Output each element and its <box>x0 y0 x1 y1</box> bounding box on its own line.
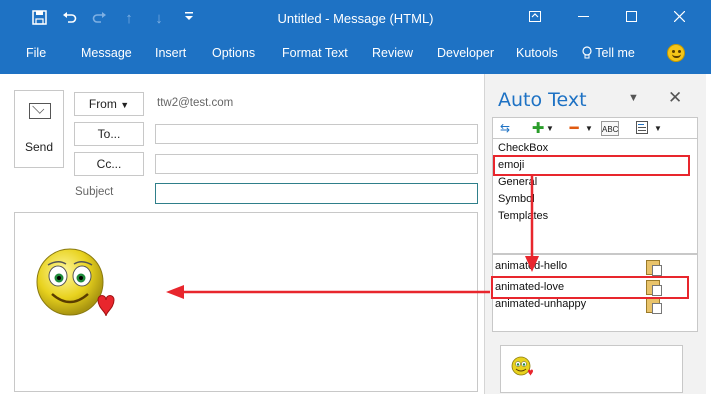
window-controls <box>511 8 703 28</box>
feedback-smiley-icon[interactable] <box>667 44 685 62</box>
down-icon[interactable]: ↓ <box>144 10 174 28</box>
properties-icon[interactable] <box>635 121 649 136</box>
pane-close-icon[interactable]: ✕ <box>668 88 682 108</box>
preview-love-emoji-icon <box>511 356 533 378</box>
love-emoji-icon <box>36 248 115 318</box>
category-item[interactable]: Symbol <box>498 193 535 205</box>
category-item[interactable]: Templates <box>498 210 548 222</box>
tab-review[interactable]: Review <box>372 46 413 60</box>
pane-title: Auto Text <box>498 89 587 111</box>
redo-icon[interactable] <box>84 10 114 28</box>
highlight-emoji-category <box>493 155 690 176</box>
category-item[interactable]: CheckBox <box>498 142 548 154</box>
tab-insert[interactable]: Insert <box>155 46 186 60</box>
category-item[interactable]: General <box>498 176 537 188</box>
undo-icon[interactable] <box>54 10 84 28</box>
add-dropdown-icon[interactable]: ▼ <box>545 121 555 136</box>
close-icon[interactable] <box>655 8 703 28</box>
tab-options[interactable]: Options <box>212 46 255 60</box>
maximize-icon[interactable] <box>607 8 655 28</box>
highlight-animated-love <box>491 276 689 299</box>
tab-message[interactable]: Message <box>81 46 132 60</box>
from-address: ttw2@test.com <box>157 97 234 109</box>
remove-dropdown-icon[interactable]: ▼ <box>584 121 594 136</box>
cc-field[interactable] <box>155 154 478 174</box>
from-label: From <box>88 97 117 111</box>
quick-access-toolbar: ↑ ↓ <box>24 10 204 28</box>
tell-me-label: Tell me <box>595 46 635 60</box>
properties-dropdown-icon[interactable]: ▼ <box>653 121 663 136</box>
tab-developer[interactable]: Developer <box>437 46 494 60</box>
send-envelope-icon <box>29 103 51 119</box>
to-button[interactable]: To... <box>74 122 144 146</box>
paste-icon[interactable] <box>646 260 662 276</box>
tab-kutools[interactable]: Kutools <box>516 46 558 60</box>
refresh-icon[interactable]: ⇆ <box>497 121 513 136</box>
to-field[interactable] <box>155 124 478 144</box>
ribbon-display-icon[interactable] <box>511 8 559 28</box>
send-button[interactable]: Send <box>14 90 64 168</box>
paste-icon[interactable] <box>646 298 662 314</box>
tab-file[interactable]: File <box>26 46 46 60</box>
remove-icon[interactable]: ━ <box>567 121 581 136</box>
cc-button[interactable]: Cc... <box>74 152 144 176</box>
tab-format-text[interactable]: Format Text <box>282 46 348 60</box>
title-bar: ↑ ↓ Untitled - Message (HTML) <box>0 0 711 38</box>
entry-item[interactable]: animated-unhappy <box>495 298 586 310</box>
minimize-icon[interactable] <box>559 8 607 28</box>
spellcheck-icon[interactable]: ABC <box>601 121 619 136</box>
entry-item[interactable]: animated-hello <box>495 260 567 272</box>
subject-field[interactable] <box>155 183 478 204</box>
from-button[interactable]: From ▼ <box>74 92 144 116</box>
pane-options-icon[interactable]: ▼ <box>628 92 639 104</box>
send-label: Send <box>24 140 54 154</box>
customize-icon[interactable] <box>174 10 204 28</box>
subject-label: Subject <box>75 186 114 198</box>
pane-toolbar: ⇆ ✚ ▼ ━ ▼ ABC ▼ <box>492 117 698 139</box>
up-icon[interactable]: ↑ <box>114 10 144 28</box>
lightbulb-icon <box>582 46 595 60</box>
chevron-down-icon: ▼ <box>120 100 130 110</box>
ribbon-tabs: File Message Insert Options Format Text … <box>0 38 711 74</box>
tell-me-box[interactable]: Tell me <box>582 46 635 60</box>
save-icon[interactable] <box>24 10 54 28</box>
add-icon[interactable]: ✚ <box>531 121 545 136</box>
